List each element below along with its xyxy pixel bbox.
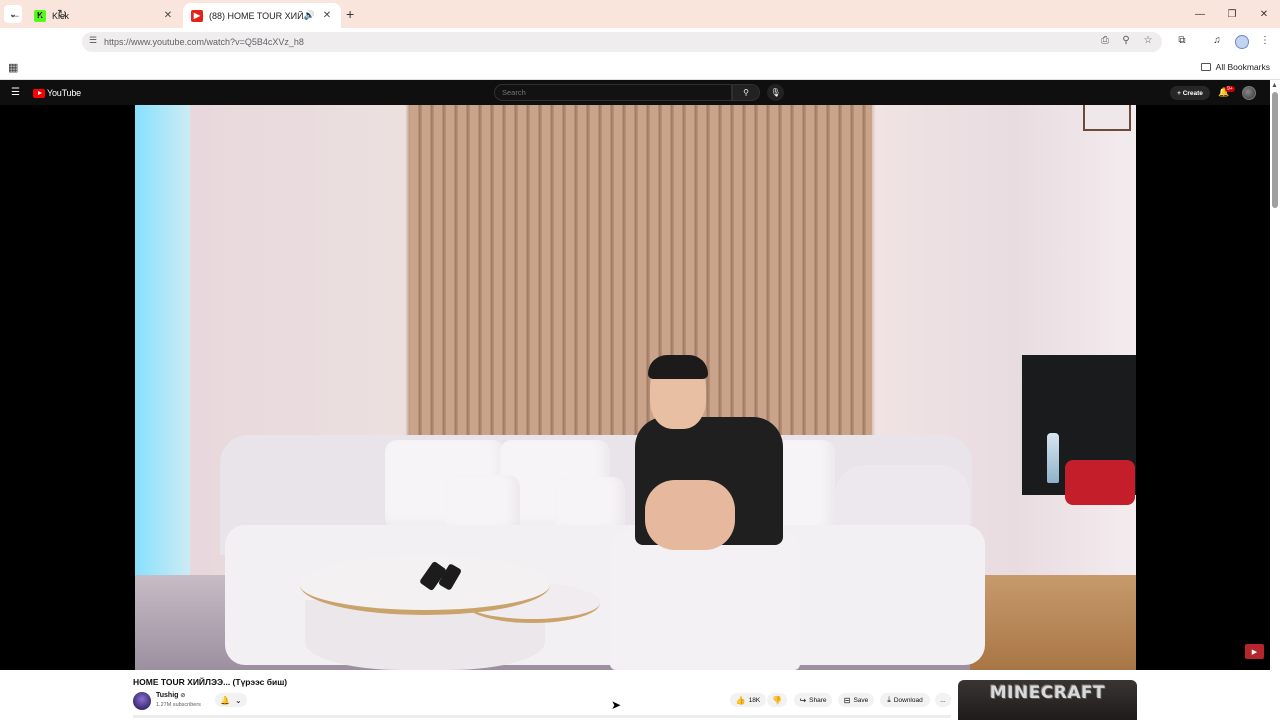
site-info-icon[interactable]: ☰ <box>86 35 100 49</box>
like-count: 18K <box>748 696 761 704</box>
close-window-icon[interactable]: ✕ <box>1248 0 1280 28</box>
youtube-brand-text: YouTube <box>47 88 81 98</box>
video-frame-bottle <box>1047 433 1059 483</box>
description-box-top <box>133 715 951 718</box>
share-label: Share <box>809 696 827 704</box>
scrollbar-thumb[interactable] <box>1272 92 1278 208</box>
video-title: HOME TOUR ХИЙЛЭЭ... (Түрээс биш) <box>133 677 288 687</box>
verified-icon: ⊘ <box>180 693 186 699</box>
share-button[interactable]: ↪ Share <box>794 693 832 707</box>
youtube-play-icon <box>33 88 45 98</box>
apps-grid-icon[interactable]: ▦ <box>8 61 18 74</box>
channel-watermark-icon[interactable]: ▶ <box>1245 644 1264 659</box>
account-avatar[interactable] <box>1242 86 1256 100</box>
save-button[interactable]: ⊟ Save <box>838 693 874 707</box>
more-actions-button[interactable]: ... <box>935 693 951 707</box>
menu-kebab-icon[interactable]: ⋮ <box>1258 35 1272 46</box>
channel-avatar[interactable] <box>133 692 151 710</box>
forward-icon[interactable]: → <box>30 7 46 21</box>
extensions-icon[interactable]: ⧉ <box>1175 35 1189 46</box>
tab-youtube[interactable]: ▶ (88) HOME TOUR ХИЙЛЭЭ... (Түрээс биш) … <box>183 3 341 28</box>
like-button[interactable]: 👍 18K <box>730 693 766 707</box>
download-button[interactable]: ⤓ Download <box>880 693 930 707</box>
video-frame-wood-panel <box>410 105 872 465</box>
voice-search-button[interactable]: 🎙 <box>767 84 784 101</box>
search-button[interactable]: ⚲ <box>732 84 760 101</box>
youtube-logo[interactable]: YouTube <box>33 88 81 98</box>
dislike-button[interactable]: 👎 <box>767 693 787 707</box>
notification-badge: 9+ <box>1225 86 1235 92</box>
video-frame-stocking <box>1065 460 1135 505</box>
video-player[interactable] <box>135 105 1136 670</box>
download-icon: ⤓ <box>887 695 891 704</box>
hamburger-menu-icon[interactable]: ☰ <box>11 87 20 98</box>
video-frame-wood-floor <box>970 575 1136 670</box>
microphone-icon: 🎙 <box>770 88 781 97</box>
all-bookmarks-button[interactable]: All Bookmarks <box>1200 62 1270 72</box>
search-icon: ⚲ <box>743 88 749 97</box>
more-horiz-icon: ... <box>940 696 946 704</box>
tab-title: (88) HOME TOUR ХИЙЛЭЭ... (Түрээс биш) - … <box>209 10 304 21</box>
all-bookmarks-label: All Bookmarks <box>1215 62 1270 72</box>
thumbs-down-icon: 👎 <box>772 695 782 705</box>
minimize-icon[interactable]: — <box>1184 0 1216 28</box>
share-icon: ↪ <box>799 695 807 705</box>
video-frame-person-legs <box>610 530 800 670</box>
video-frame-person-arm <box>645 480 735 550</box>
new-tab-button[interactable]: + <box>346 6 354 22</box>
restore-icon[interactable]: ❐ <box>1216 0 1248 28</box>
download-label: Download <box>893 696 923 704</box>
close-icon[interactable]: ✕ <box>162 10 174 21</box>
folder-icon <box>1200 63 1211 71</box>
video-frame-person-hair <box>648 355 708 379</box>
zoom-icon[interactable]: ⚲ <box>1119 35 1133 46</box>
search-input[interactable] <box>494 84 732 101</box>
create-label: Create <box>1182 89 1203 97</box>
scroll-up-arrow-icon[interactable]: ▲ <box>1271 82 1278 89</box>
recommended-video-thumbnail[interactable]: MINECRAFT <box>958 680 1137 720</box>
bookmarks-bar <box>0 56 1280 80</box>
channel-name-text: Tushig <box>156 692 179 699</box>
profile-icon[interactable] <box>1235 35 1249 49</box>
bell-icon: 🔔 <box>220 695 231 705</box>
bookmark-icon: ⊟ <box>843 695 851 705</box>
reload-icon[interactable]: ↻ <box>54 7 70 21</box>
install-app-icon[interactable]: ⎙ <box>1098 35 1112 46</box>
create-button[interactable]: + Create <box>1170 86 1210 100</box>
thumbnail-text: MINECRAFT <box>989 683 1106 703</box>
thumbs-up-icon: 👍 <box>735 695 746 705</box>
media-controls-icon[interactable]: ♫ <box>1210 35 1224 46</box>
youtube-icon: ▶ <box>191 9 203 22</box>
bookmark-star-icon[interactable]: ☆ <box>1141 35 1155 46</box>
subscriber-count: 1.27M subscribers <box>156 702 201 708</box>
tab-kick[interactable]: K Kick ✕ <box>26 3 182 28</box>
channel-name[interactable]: Tushig ⊘ <box>156 692 185 699</box>
window-controls: — ❐ ✕ <box>1184 0 1280 28</box>
back-icon[interactable]: ← <box>7 7 23 21</box>
subscribed-notifications-button[interactable]: 🔔 ⌄ <box>215 693 247 707</box>
speaker-icon[interactable]: 🔊 <box>304 10 315 21</box>
chevron-down-icon: ⌄ <box>234 695 242 705</box>
mouse-cursor-icon: ➤ <box>611 698 622 712</box>
save-label: Save <box>853 696 869 704</box>
url-text[interactable]: https://www.youtube.com/watch?v=Q5B4cXVz… <box>104 37 304 47</box>
video-frame-picture <box>1083 105 1131 131</box>
close-icon[interactable]: ✕ <box>321 10 333 21</box>
